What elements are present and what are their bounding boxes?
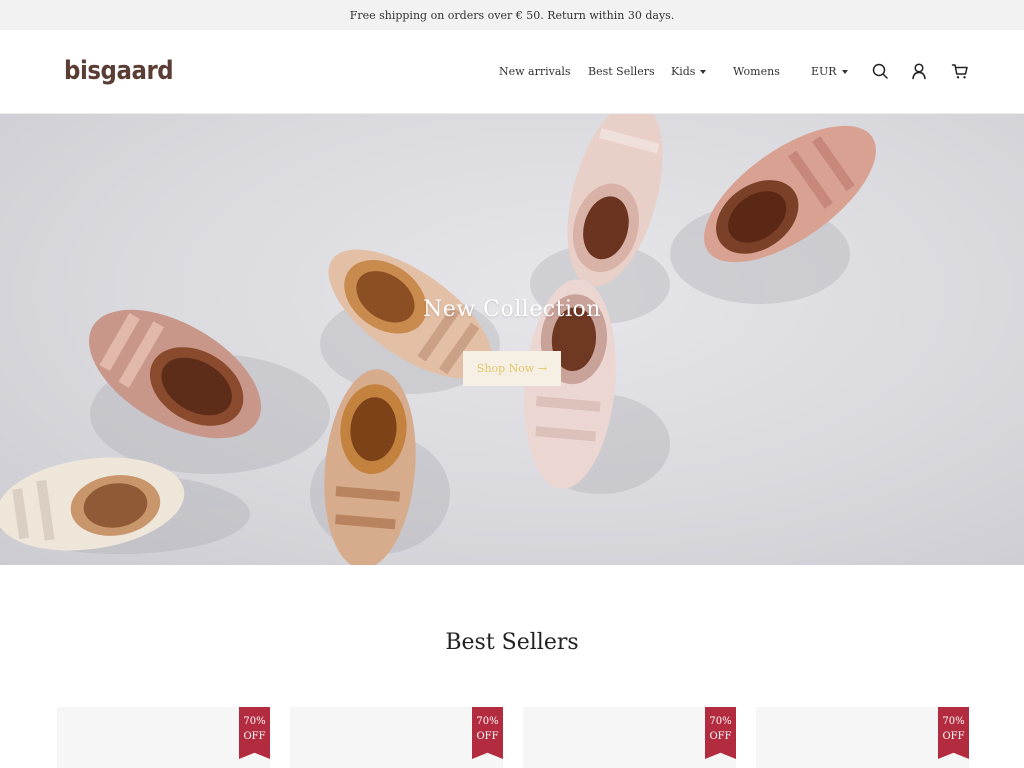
product-card[interactable]: 70% OFF: [290, 707, 503, 768]
badge-text: OFF: [942, 731, 965, 742]
currency-selector[interactable]: EUR: [811, 65, 848, 78]
currency-label: EUR: [811, 65, 837, 78]
badge-percent: 70%: [942, 716, 965, 727]
badge-percent: 70%: [243, 716, 266, 727]
nav-item-label: New arrivals: [499, 65, 571, 78]
product-card[interactable]: 70% OFF: [523, 707, 736, 768]
nav-item-label: Kids: [671, 65, 696, 78]
hero-banner: New Collection Shop Now →: [0, 114, 1024, 565]
nav-item-best-sellers[interactable]: Best Sellers: [588, 65, 655, 78]
badge-text: OFF: [243, 731, 266, 742]
brand-logo[interactable]: bisgaard: [64, 56, 174, 86]
best-sellers-title: Best Sellers: [445, 630, 579, 655]
search-icon[interactable]: [871, 62, 889, 80]
chevron-down-icon: [700, 69, 707, 74]
site-header: bisgaard New arrivals Best Sellers Kids …: [0, 30, 1024, 114]
chevron-down-icon: [841, 69, 848, 74]
account-icon[interactable]: [910, 62, 928, 80]
badge-text: OFF: [476, 731, 499, 742]
product-card[interactable]: 70% OFF: [57, 707, 270, 768]
nav-item-new-arrivals[interactable]: New arrivals: [499, 65, 571, 78]
discount-badge: 70% OFF: [239, 707, 270, 759]
shop-now-button[interactable]: Shop Now →: [463, 351, 561, 386]
badge-text: OFF: [709, 731, 732, 742]
nav-item-kids[interactable]: Kids: [671, 65, 707, 78]
announcement-bar: Free shipping on orders over € 50. Retur…: [0, 0, 1024, 30]
announcement-text: Free shipping on orders over € 50. Retur…: [349, 8, 675, 22]
nav-item-label: Best Sellers: [588, 65, 655, 78]
hero-image-sandals: [0, 114, 876, 565]
discount-badge: 70% OFF: [705, 707, 736, 759]
product-card[interactable]: 70% OFF: [756, 707, 969, 768]
badge-percent: 70%: [709, 716, 732, 727]
discount-badge: 70% OFF: [938, 707, 969, 759]
discount-badge: 70% OFF: [472, 707, 503, 759]
badge-percent: 70%: [476, 716, 499, 727]
cart-icon[interactable]: [951, 62, 969, 80]
nav-item-label: Womens: [733, 65, 780, 78]
nav-item-womens[interactable]: Womens: [733, 65, 780, 78]
hero-title: New Collection: [423, 297, 601, 322]
